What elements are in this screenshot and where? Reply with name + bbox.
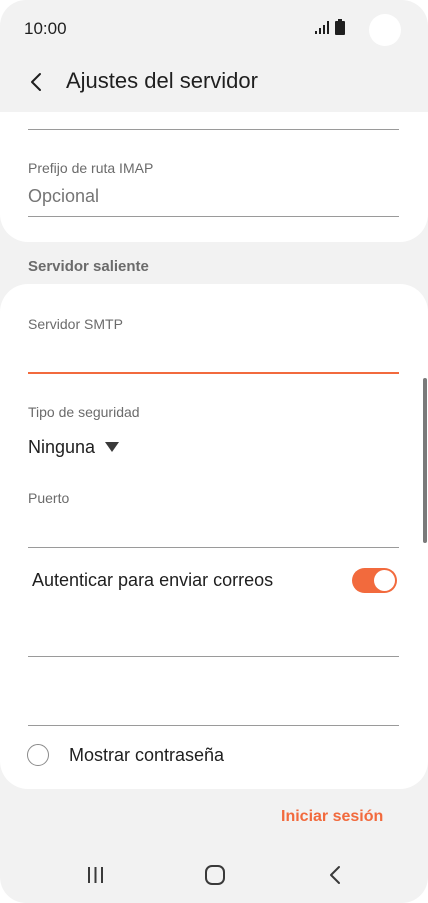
navigation-bar <box>0 850 428 900</box>
home-icon[interactable] <box>205 865 225 885</box>
page-title: Ajustes del servidor <box>66 68 258 93</box>
triangle-down-icon <box>105 442 120 452</box>
port-label: Puerto <box>28 490 70 506</box>
battery-icon <box>335 19 345 35</box>
smtp-server-label: Servidor SMTP <box>28 316 123 332</box>
username-underline <box>28 656 399 657</box>
outgoing-server-card: Servidor SMTP Tipo de seguridad Ninguna … <box>0 284 428 789</box>
scrollbar[interactable] <box>423 378 427 543</box>
imap-path-prefix-label: Prefijo de ruta IMAP <box>28 160 154 176</box>
authenticate-label: Autenticar para enviar correos <box>32 570 274 590</box>
toggle-knob <box>374 570 395 591</box>
username-input[interactable] <box>28 624 399 652</box>
login-button[interactable]: Iniciar sesión <box>281 808 383 826</box>
signal-icon <box>315 21 329 34</box>
phone-screen: 10:00 Ajustes del servidor Prefijo de ru… <box>0 0 428 903</box>
recents-icon[interactable] <box>87 867 104 883</box>
show-password-checkbox[interactable] <box>27 744 49 766</box>
smtp-server-input[interactable] <box>28 342 399 370</box>
imap-path-prefix-input[interactable] <box>28 184 399 208</box>
security-type-label: Tipo de seguridad <box>28 404 140 420</box>
status-time: 10:00 <box>24 19 67 38</box>
back-icon[interactable] <box>329 865 341 885</box>
outgoing-server-section-title: Servidor saliente <box>28 258 149 275</box>
show-password-label[interactable]: Mostrar contraseña <box>69 745 224 766</box>
camera-cutout <box>369 14 401 46</box>
port-underline <box>28 547 399 548</box>
app-header: Ajustes del servidor <box>0 56 428 112</box>
authenticate-toggle[interactable] <box>352 568 397 593</box>
port-input[interactable] <box>28 516 399 544</box>
password-underline <box>28 725 399 726</box>
security-type-dropdown[interactable]: Ninguna <box>28 435 120 459</box>
status-bar: 10:00 <box>0 0 428 56</box>
chevron-left-icon[interactable] <box>26 70 46 94</box>
imap-path-prefix-underline <box>28 216 399 217</box>
divider <box>28 129 399 130</box>
security-type-value: Ninguna <box>28 436 96 457</box>
password-input[interactable] <box>28 693 399 721</box>
smtp-server-underline-focused <box>28 372 399 374</box>
imap-settings-card: Prefijo de ruta IMAP <box>0 112 428 242</box>
